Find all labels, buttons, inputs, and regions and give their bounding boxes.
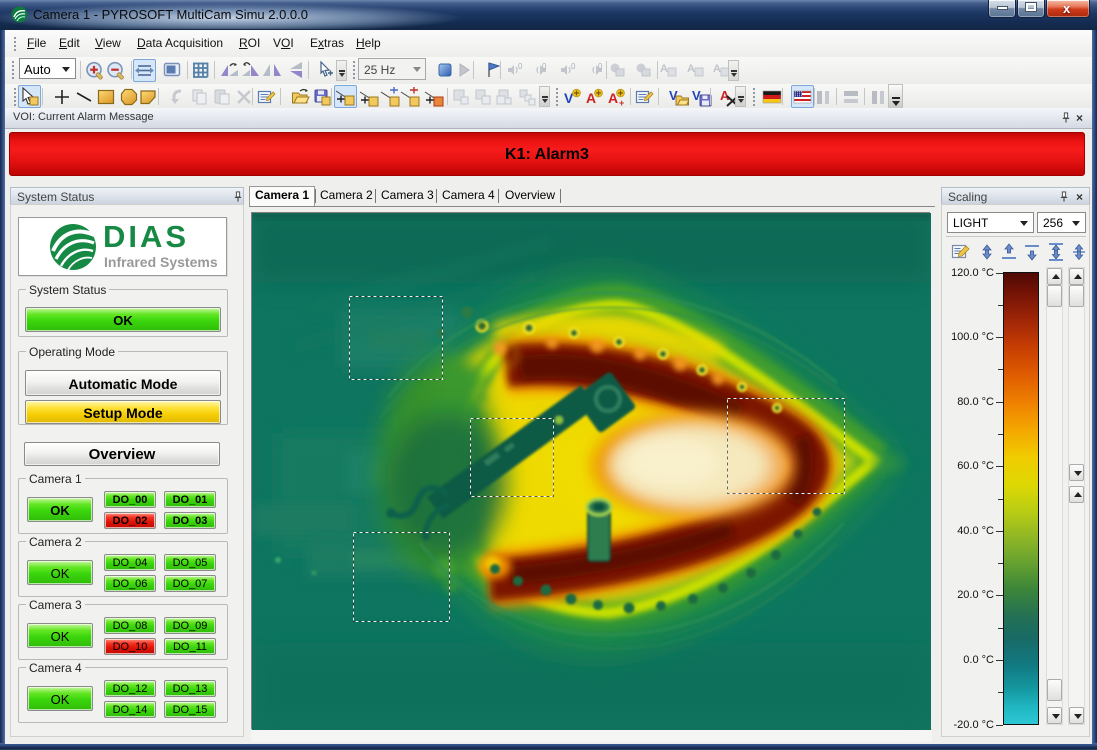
svg-text:A: A (687, 63, 695, 75)
svg-text:0: 0 (542, 62, 547, 71)
svg-text:A: A (713, 63, 721, 75)
svg-text:A: A (660, 63, 668, 75)
svg-text:0: 0 (518, 62, 523, 71)
svg-text:+: + (619, 98, 624, 108)
svg-text:0: 0 (571, 62, 576, 71)
svg-text:A: A (720, 88, 730, 103)
svg-text:0: 0 (598, 62, 603, 71)
